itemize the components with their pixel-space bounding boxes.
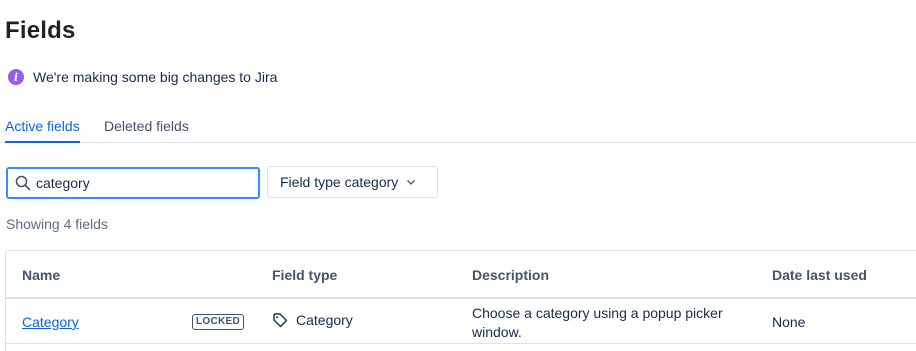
- column-header-description[interactable]: Description: [472, 267, 549, 283]
- column-header-date-last-used[interactable]: Date last used: [772, 267, 867, 283]
- tab-deleted-fields[interactable]: Deleted fields: [104, 118, 189, 134]
- column-header-field-type[interactable]: Field type: [272, 267, 337, 283]
- column-header-name[interactable]: Name: [22, 267, 60, 283]
- field-type-cell: Category: [272, 312, 353, 328]
- info-banner[interactable]: i We're making some big changes to Jira: [8, 69, 277, 85]
- table-row[interactable]: Category LOCKED Category Choose a catego…: [6, 299, 916, 344]
- search-input[interactable]: [36, 175, 236, 191]
- tag-icon: [273, 313, 288, 328]
- search-icon: [15, 175, 31, 191]
- results-summary: Showing 4 fields: [6, 216, 108, 232]
- filter-label: Field type category: [280, 174, 399, 190]
- field-type-label: Category: [296, 312, 353, 328]
- date-last-used: None: [772, 314, 806, 330]
- locked-badge: LOCKED: [192, 314, 245, 330]
- table-header: Name Field type Description Date last us…: [6, 251, 916, 299]
- field-description: Choose a category using a popup picker w…: [472, 305, 723, 340]
- banner-text: We're making some big changes to Jira: [33, 69, 278, 85]
- info-icon: i: [8, 69, 24, 85]
- field-type-category-filter[interactable]: Field type category: [267, 166, 438, 198]
- search-box[interactable]: [6, 167, 260, 199]
- fields-table: Name Field type Description Date last us…: [5, 250, 916, 351]
- tab-active-fields[interactable]: Active fields: [5, 118, 80, 143]
- page-title: Fields: [5, 17, 76, 44]
- tab-bar: Active fields Deleted fields: [0, 110, 916, 143]
- chevron-down-icon: [407, 180, 416, 185]
- field-name-link[interactable]: Category: [22, 314, 79, 330]
